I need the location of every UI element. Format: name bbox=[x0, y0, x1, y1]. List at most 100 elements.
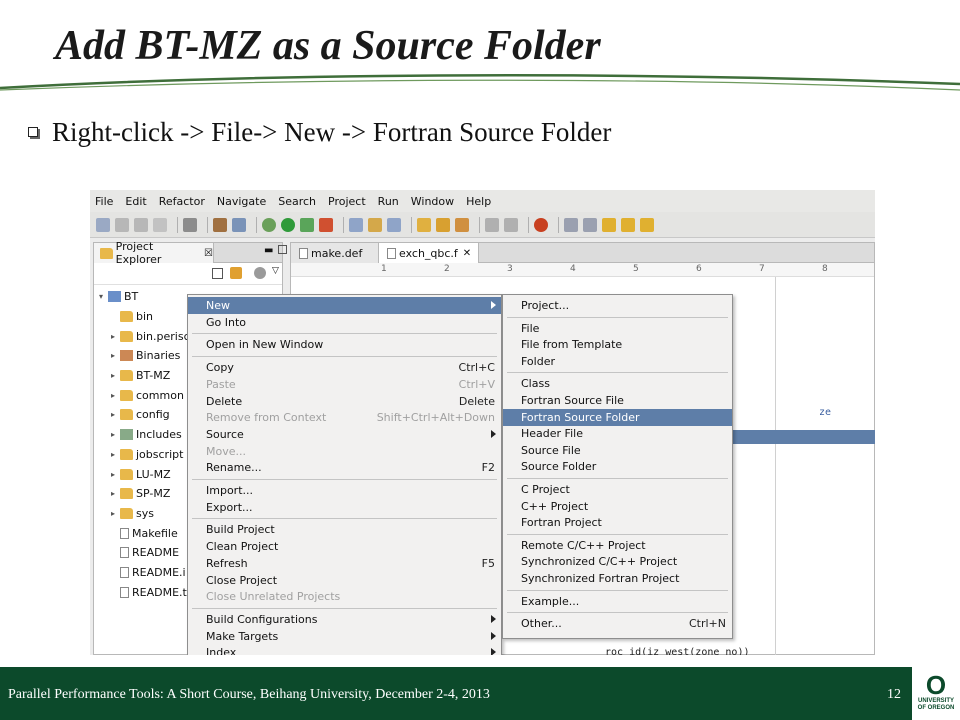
menu-item-import[interactable]: Import... bbox=[188, 482, 501, 499]
tab-make-def[interactable]: make.def bbox=[291, 243, 379, 263]
menu-item-shortcut: Ctrl+V bbox=[458, 377, 495, 391]
menu-item-label: Source bbox=[206, 427, 244, 441]
menu-item-fortran-source-file[interactable]: Fortran Source File bbox=[503, 392, 732, 409]
toolbar bbox=[90, 212, 875, 238]
menu-item-c-project[interactable]: C++ Project bbox=[503, 498, 732, 515]
menu-help[interactable]: Help bbox=[466, 195, 491, 208]
menu-item-fortran-project[interactable]: Fortran Project bbox=[503, 514, 732, 531]
menu-item-folder[interactable]: Folder bbox=[503, 353, 732, 370]
menu-item-example[interactable]: Example... bbox=[503, 593, 732, 610]
menu-file[interactable]: File bbox=[95, 195, 113, 208]
collapse-arrow-icon[interactable]: ▸ bbox=[108, 470, 118, 479]
close-icon[interactable]: ✕ bbox=[463, 248, 471, 259]
submenu-arrow-icon bbox=[491, 429, 496, 438]
menu-item-label: File bbox=[521, 321, 540, 335]
collapse-arrow-icon[interactable]: ▸ bbox=[108, 430, 118, 439]
collapse-all-icon[interactable] bbox=[212, 268, 223, 279]
view-menu-icon[interactable]: ▽ bbox=[272, 266, 279, 276]
close-icon[interactable]: ☒ bbox=[204, 248, 213, 259]
collapse-arrow-icon[interactable]: ▸ bbox=[108, 410, 118, 419]
menu-window[interactable]: Window bbox=[411, 195, 454, 208]
maximize-icon[interactable] bbox=[278, 245, 287, 254]
new-icon[interactable] bbox=[96, 217, 110, 232]
next-annotation-icon[interactable] bbox=[564, 217, 578, 232]
last-edit-icon[interactable] bbox=[602, 217, 616, 232]
expand-arrow-icon[interactable]: ▾ bbox=[96, 292, 106, 301]
new-file-icon[interactable] bbox=[387, 217, 401, 232]
tab-exch-qbc[interactable]: exch_qbc.f ✕ bbox=[379, 243, 479, 263]
menu-navigate[interactable]: Navigate bbox=[217, 195, 266, 208]
profile-icon[interactable] bbox=[300, 217, 314, 232]
new-class-icon[interactable] bbox=[349, 217, 363, 232]
collapse-arrow-icon[interactable]: ▸ bbox=[108, 351, 118, 360]
menu-item-rename[interactable]: Rename... F2 bbox=[188, 459, 501, 476]
back-icon[interactable] bbox=[621, 217, 635, 232]
menu-item-project[interactable]: Project... bbox=[503, 297, 732, 314]
open-folder-icon[interactable] bbox=[436, 217, 450, 232]
menu-item-label: File from Template bbox=[521, 338, 623, 352]
menu-item-make-targets[interactable]: Make Targets bbox=[188, 628, 501, 645]
forward-icon[interactable] bbox=[640, 217, 654, 232]
menu-item-export[interactable]: Export... bbox=[188, 499, 501, 516]
external-tools-icon[interactable] bbox=[319, 217, 333, 232]
print-icon[interactable] bbox=[153, 217, 167, 232]
minimize-icon[interactable]: ▬ bbox=[264, 245, 273, 256]
debug-icon[interactable] bbox=[262, 217, 276, 232]
title-underline-swoosh bbox=[0, 74, 960, 91]
menu-item-delete[interactable]: Delete Delete bbox=[188, 393, 501, 410]
menu-item-build-project[interactable]: Build Project bbox=[188, 521, 501, 538]
menu-item-close-project[interactable]: Close Project bbox=[188, 572, 501, 589]
menu-item-copy[interactable]: Copy Ctrl+C bbox=[188, 359, 501, 376]
collapse-arrow-icon[interactable]: ▸ bbox=[108, 371, 118, 380]
menu-item-source[interactable]: Source bbox=[188, 426, 501, 443]
filter-icon[interactable] bbox=[254, 267, 266, 279]
menu-refactor[interactable]: Refactor bbox=[159, 195, 205, 208]
menu-item-build-configurations[interactable]: Build Configurations bbox=[188, 611, 501, 628]
menu-item-file-from-template[interactable]: File from Template bbox=[503, 336, 732, 353]
bullet-square-icon bbox=[28, 127, 38, 137]
menu-item-header-file[interactable]: Header File bbox=[503, 425, 732, 442]
menu-item-file[interactable]: File bbox=[503, 320, 732, 337]
stop-icon[interactable] bbox=[534, 217, 548, 232]
tab-label: make.def bbox=[311, 246, 363, 260]
menu-item-source-folder[interactable]: Source Folder bbox=[503, 458, 732, 475]
menu-item-shortcut: Shift+Ctrl+Alt+Down bbox=[376, 411, 495, 425]
menu-edit[interactable]: Edit bbox=[125, 195, 146, 208]
menu-search[interactable]: Search bbox=[278, 195, 316, 208]
menu-item-open-in-new-window[interactable]: Open in New Window bbox=[188, 336, 501, 353]
tab-project-explorer[interactable]: Project Explorer ☒ bbox=[94, 240, 214, 266]
save-all-icon[interactable] bbox=[134, 217, 148, 232]
menu-run[interactable]: Run bbox=[378, 195, 399, 208]
run-icon[interactable] bbox=[281, 217, 295, 232]
build-icon[interactable] bbox=[183, 217, 197, 232]
menu-item-c-project[interactable]: C Project bbox=[503, 481, 732, 498]
collapse-arrow-icon[interactable]: ▸ bbox=[108, 332, 118, 341]
show-whitespace-icon[interactable] bbox=[504, 217, 518, 232]
prev-annotation-icon[interactable] bbox=[583, 217, 597, 232]
hammer-icon[interactable] bbox=[213, 217, 227, 232]
menu-item-go-into[interactable]: Go Into bbox=[188, 314, 501, 331]
menu-item-clean-project[interactable]: Clean Project bbox=[188, 538, 501, 555]
collapse-arrow-icon[interactable]: ▸ bbox=[108, 509, 118, 518]
target-icon[interactable] bbox=[232, 217, 246, 232]
link-editor-icon[interactable] bbox=[230, 267, 242, 279]
toggle-icon[interactable] bbox=[485, 217, 499, 232]
menu-item-refresh[interactable]: Refresh F5 bbox=[188, 555, 501, 572]
menu-item-source-file[interactable]: Source File bbox=[503, 442, 732, 459]
collapse-arrow-icon[interactable]: ▸ bbox=[108, 391, 118, 400]
menu-project[interactable]: Project bbox=[328, 195, 366, 208]
menu-item-class[interactable]: Class bbox=[503, 375, 732, 392]
edit-icon[interactable] bbox=[455, 217, 469, 232]
menu-item-other[interactable]: Other... Ctrl+N bbox=[503, 615, 732, 632]
menu-item-remote-c-c-project[interactable]: Remote C/C++ Project bbox=[503, 537, 732, 554]
collapse-arrow-icon[interactable]: ▸ bbox=[108, 489, 118, 498]
open-type-icon[interactable] bbox=[417, 217, 431, 232]
collapse-arrow-icon[interactable]: ▸ bbox=[108, 450, 118, 459]
menu-item-synchronized-c-c-project[interactable]: Synchronized C/C++ Project bbox=[503, 553, 732, 570]
new-folder-icon[interactable] bbox=[368, 217, 382, 232]
menu-item-new[interactable]: New bbox=[188, 297, 501, 314]
menu-item-synchronized-fortran-project[interactable]: Synchronized Fortran Project bbox=[503, 570, 732, 587]
menu-item-index[interactable]: Index bbox=[188, 644, 501, 655]
save-icon[interactable] bbox=[115, 217, 129, 232]
menu-item-fortran-source-folder[interactable]: Fortran Source Folder bbox=[503, 408, 732, 426]
